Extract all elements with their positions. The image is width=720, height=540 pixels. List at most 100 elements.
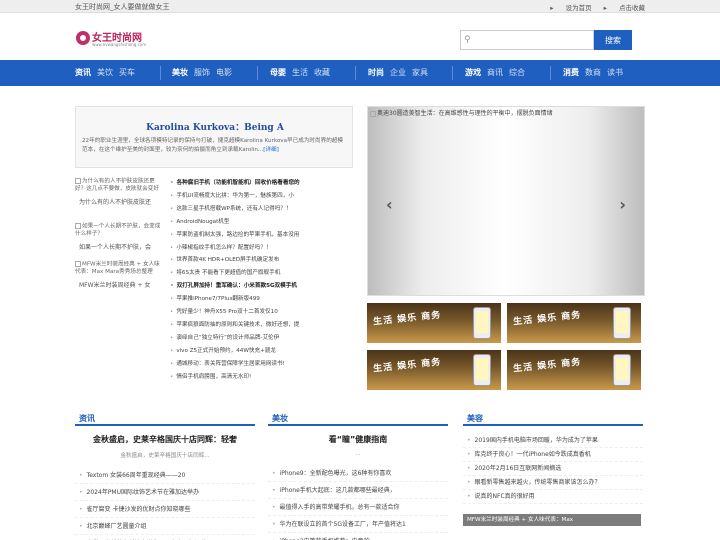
nav-subitem[interactable]: 美饮 bbox=[97, 68, 113, 77]
nav-subitem[interactable]: 买车 bbox=[119, 68, 135, 77]
slider-caption[interactable]: 奥迪30圆造美智生活：在高维感性与理性的平衡中，摆脱负面情绪 bbox=[368, 107, 646, 118]
nav-group-1: 美妆 服饰 电影 bbox=[172, 67, 238, 78]
feature-title[interactable]: Karolina Kurkova：Being A bbox=[76, 120, 354, 133]
nav-divider bbox=[355, 66, 356, 80]
list-item[interactable]: 2024年PMU国际纹饰艺术节在雅加达举办 bbox=[75, 484, 255, 501]
image-caption[interactable]: 为什么有的人不护肤皮肤还 bbox=[75, 197, 165, 206]
news-item[interactable]: 苹果防盗机制太强，路边捡的苹果手机，基本没用 bbox=[170, 230, 358, 242]
nav-item[interactable]: 游戏 bbox=[465, 68, 481, 77]
news-item[interactable]: 手机UI流畅度大比拼：华为第一，魅族第四，小 bbox=[170, 191, 358, 203]
list-item[interactable]: 眼看新零售越来越火，传统零售商家该怎么办？ bbox=[463, 476, 643, 490]
news-item[interactable]: AndroidNougat机型 bbox=[170, 217, 358, 229]
broken-image-icon bbox=[370, 110, 376, 117]
site-name: 女王时尚网_女人要做就做女王 bbox=[75, 3, 170, 11]
logo-mark-icon bbox=[76, 31, 90, 45]
news-item[interactable]: 各种腐旧手机（功能机智能机）回收价格看看您的 bbox=[170, 178, 358, 190]
nav-subitem[interactable]: 生活 bbox=[292, 68, 308, 77]
image-item[interactable]: 如果一个人长期不护肤，会变成什么样子？ 如果一个人长期不护肤，会 bbox=[75, 223, 165, 251]
section-title[interactable]: 美妆 bbox=[268, 410, 292, 424]
favorite-label: 点击收藏 bbox=[619, 4, 645, 12]
promo-tile[interactable]: 生活 娱乐 商务 bbox=[367, 303, 501, 343]
promo-tile[interactable]: 生活 娱乐 商务 bbox=[507, 303, 641, 343]
nav-subitem[interactable]: 商讯 bbox=[487, 68, 503, 77]
news-item[interactable]: 将6S太贵 不能看下更超值的国产旗舰手机 bbox=[170, 268, 358, 280]
nav-item[interactable]: 消费 bbox=[563, 68, 579, 77]
image-alt-text: 为什么有的人不护肤皮肤还更好？这几点不要做，皮肤就会变好 bbox=[75, 178, 159, 192]
image-item[interactable]: MFW米兰时装周经典 + 女人味代表：Max Mara秀秀场总整理 MFW米兰时… bbox=[75, 261, 165, 289]
news-item[interactable]: 苹果推iPhone7/7Plus翻新版499 bbox=[170, 294, 358, 306]
nav-subitem[interactable]: 数商 bbox=[585, 68, 601, 77]
list-item[interactable]: iPhone手机大起底：这几款都哪些最经典， bbox=[268, 482, 448, 499]
promo-tile[interactable]: 生活 娱乐 商务 bbox=[507, 350, 641, 390]
nav-item[interactable]: 母婴 bbox=[270, 68, 286, 77]
nav-item[interactable]: 时尚 bbox=[368, 68, 384, 77]
news-item[interactable]: 凭好量少！神舟X55 Pro双十二首发仅10 bbox=[170, 307, 358, 319]
search-input[interactable] bbox=[477, 33, 589, 47]
list-item[interactable]: 说真的NFC真的很好用 bbox=[463, 490, 643, 504]
list-item[interactable]: Textom 女装66周年重现经典——20 bbox=[75, 467, 255, 484]
list-item[interactable]: 最值得入手的高带荣耀手机，总有一款适合你 bbox=[268, 499, 448, 516]
section-beauty: 美妆 看“瞳”健康指南 ... iPhone9：全新配色曝光，这6种有你喜欢iP… bbox=[268, 410, 448, 540]
image-caption[interactable]: MFW米兰时装周经典 + 女 bbox=[75, 280, 165, 289]
section-skincare: 美容 2019国内手机电脑市场回暖，华为成为了苹果库克终于良心！一代iPhone… bbox=[463, 410, 643, 526]
list-item[interactable]: 华为在联设立的首个5G设备工厂，年产值将达1 bbox=[268, 516, 448, 533]
slider-next-icon[interactable]: › bbox=[619, 195, 626, 214]
top-bar: 女王时尚网_女人要做就做女王 ▸ 设为首页 ▸ 点击收藏 bbox=[0, 0, 720, 13]
site-logo[interactable]: 女王时尚网 www.nvwangshishang.com bbox=[76, 28, 156, 48]
list-item[interactable]: iPhone9：全新配色曝光，这6种有你喜欢 bbox=[268, 465, 448, 482]
set-home-link[interactable]: ▸ 设为首页 bbox=[550, 4, 591, 12]
news-item[interactable]: 情侣手机肩膀围，高清无水印! bbox=[170, 372, 358, 384]
search-button[interactable]: 搜索 bbox=[594, 30, 632, 50]
list-item[interactable]: 库克终于良心！一代iPhone如今跌成真香机 bbox=[463, 448, 643, 462]
list-item[interactable]: 2019国内手机电脑市场回暖，华为成为了苹果 bbox=[463, 434, 643, 448]
nav-divider bbox=[257, 66, 258, 80]
list-item[interactable]: 雀厅腐变 卡捷沙发的优财点你知晓哪些 bbox=[75, 501, 255, 518]
section-title[interactable]: 资讯 bbox=[75, 410, 99, 424]
nav-group-5: 消费 数商 读书 bbox=[563, 67, 629, 78]
nav-subitem[interactable]: 收藏 bbox=[314, 68, 330, 77]
nav-group-2: 母婴 生活 收藏 bbox=[270, 67, 336, 78]
nav-subitem[interactable]: 电影 bbox=[216, 68, 232, 77]
favorite-link[interactable]: ▸ 点击收藏 bbox=[604, 4, 645, 12]
nav-subitem[interactable]: 读书 bbox=[607, 68, 623, 77]
nav-subitem[interactable]: 家具 bbox=[412, 68, 428, 77]
image-caption[interactable]: 如果一个人长期不护肤，会 bbox=[75, 242, 165, 251]
slider-prev-icon[interactable]: ‹ bbox=[386, 195, 393, 214]
news-item[interactable]: 演绎自己“独立特行”的设计师品牌-艾伦伊 bbox=[170, 333, 358, 345]
nav-divider bbox=[160, 66, 161, 80]
image-overlay-caption[interactable]: MFW米兰时装周经典 + 女人味代表：Max bbox=[463, 514, 641, 526]
nav-subitem[interactable]: 服饰 bbox=[194, 68, 210, 77]
feature-more-link[interactable]: [详细] bbox=[263, 147, 279, 153]
news-item[interactable]: 通城移动：表关阵营保障学生居家用网读书! bbox=[170, 359, 358, 371]
section-header: 美妆 bbox=[268, 410, 448, 426]
news-item[interactable]: 双打孔屏加持！重军确认：小米首款5G双模手机 bbox=[170, 281, 358, 293]
news-item[interactable]: 小辣椒指纹手机怎么样？配置好吗？！ bbox=[170, 243, 358, 255]
section-headline[interactable]: 金秋盛启，史莱辛格国庆十店同辉：轻奢 bbox=[75, 434, 255, 445]
set-home-label: 设为首页 bbox=[565, 4, 592, 12]
news-item[interactable]: vivo Z5正式开始预约，44W快充+骁龙 bbox=[170, 346, 358, 358]
promo-tile[interactable]: 生活 娱乐 商务 bbox=[367, 350, 501, 390]
nav-group-3: 时尚 企业 家具 bbox=[368, 67, 434, 78]
phone-icon bbox=[613, 307, 631, 339]
image-alt-text: 如果一个人长期不护肤，会变成什么样子？ bbox=[75, 223, 161, 237]
nav-item[interactable]: 美妆 bbox=[172, 68, 188, 77]
list-item[interactable]: 北京巅峰厂艺圆童介组 bbox=[75, 518, 255, 535]
list-item[interactable]: 2020年2月16日互联网新闻摘选 bbox=[463, 462, 643, 476]
section-headline[interactable]: 看“瞳”健康指南 bbox=[268, 434, 448, 445]
nav-group-4: 游戏 商讯 综合 bbox=[465, 67, 531, 78]
list-item[interactable]: 鸟巢品类新装在新地大学生国展立金只舞切件 bbox=[75, 535, 255, 540]
nav-subitem[interactable]: 企业 bbox=[390, 68, 406, 77]
nav-item[interactable]: 资讯 bbox=[75, 68, 91, 77]
section-title[interactable]: 美容 bbox=[463, 410, 487, 424]
slider-caption-text: 奥迪30圆造美智生活：在高维感性与理性的平衡中，摆脱负面情绪 bbox=[377, 110, 553, 117]
news-item[interactable]: 这款三星手机搭载WP系统，还有人记得吗？！ bbox=[170, 204, 358, 216]
image-item[interactable]: 为什么有的人不护肤皮肤还更好？这几点不要做，皮肤就会变好 为什么有的人不护肤皮肤… bbox=[75, 178, 165, 206]
image-alt: MFW米兰时装周经典 + 女人味代表：Max Mara秀秀场总整理 bbox=[75, 261, 165, 276]
news-item[interactable]: 世界首款4K HDR+OLED屏手机确定发布 bbox=[170, 255, 358, 267]
news-item[interactable]: 苹果疯狼面防抽的原则和关键技术，微好还想，提 bbox=[170, 320, 358, 332]
list-item[interactable]: iPhone2中等款手机推荐：中意的… bbox=[268, 533, 448, 540]
nav-subitem[interactable]: 综合 bbox=[509, 68, 525, 77]
search-icon: ⚲ bbox=[464, 35, 471, 45]
section-news: 资讯 金秋盛启，史莱辛格国庆十店同辉：轻奢 金秋盛启，史莱辛格国庆十店同辉...… bbox=[75, 410, 255, 540]
broken-image-icon bbox=[75, 261, 81, 267]
